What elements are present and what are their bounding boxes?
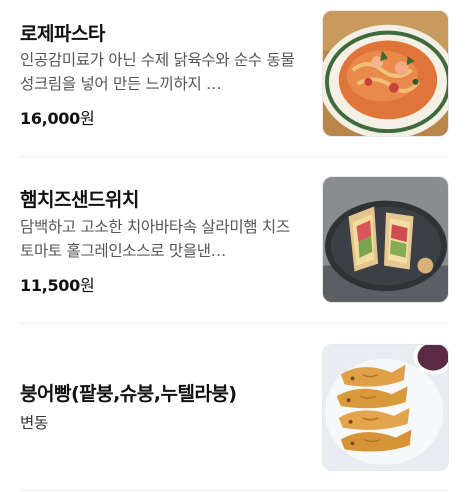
menu-item-photo bbox=[322, 176, 449, 303]
price-value: 11,500 bbox=[20, 276, 80, 295]
menu-item-rose-pasta[interactable]: 로제파스타 인공감미료가 아닌 수제 닭육수와 순수 동물성크림을 넣어 만든 … bbox=[0, 0, 466, 157]
menu-item-price: 16,000원 bbox=[20, 105, 95, 129]
menu-item-photo bbox=[322, 10, 449, 137]
price-currency: 원 bbox=[79, 109, 95, 128]
bungeoppang-photo bbox=[323, 345, 448, 470]
menu-item-description: 인공감미료가 아닌 수제 닭육수와 순수 동물성크림을 넣어 만든 느끼하지 … bbox=[20, 51, 295, 93]
menu-item-bungeoppang[interactable]: 붕어빵(팥붕,슈붕,누텔라붕) 변동 bbox=[0, 324, 466, 492]
menu-item-description: 담백하고 고소한 치아바타속 살라미햄 치즈 토마토 홀그레인소스로 맛을낸… bbox=[20, 218, 290, 260]
menu-item-name: 붕어빵(팥붕,슈붕,누텔라붕) bbox=[20, 383, 237, 405]
rose-pasta-photo bbox=[323, 11, 448, 136]
menu-item-name: 로제파스타 bbox=[20, 23, 105, 45]
sandwich-photo bbox=[323, 177, 448, 302]
menu-item-name: 햄치즈샌드위치 bbox=[20, 189, 139, 211]
menu-item-photo bbox=[322, 344, 449, 471]
price-currency: 원 bbox=[79, 276, 95, 295]
menu-item-ham-cheese-sandwich[interactable]: 햄치즈샌드위치 담백하고 고소한 치아바타속 살라미햄 치즈 토마토 홀그레인소… bbox=[0, 157, 466, 324]
menu-item-price: 11,500원 bbox=[20, 272, 95, 296]
price-value: 16,000 bbox=[20, 109, 80, 128]
divider bbox=[19, 490, 449, 491]
menu-item-price: 변동 bbox=[20, 414, 48, 432]
menu-list: 로제파스타 인공감미료가 아닌 수제 닭육수와 순수 동물성크림을 넣어 만든 … bbox=[0, 0, 466, 492]
